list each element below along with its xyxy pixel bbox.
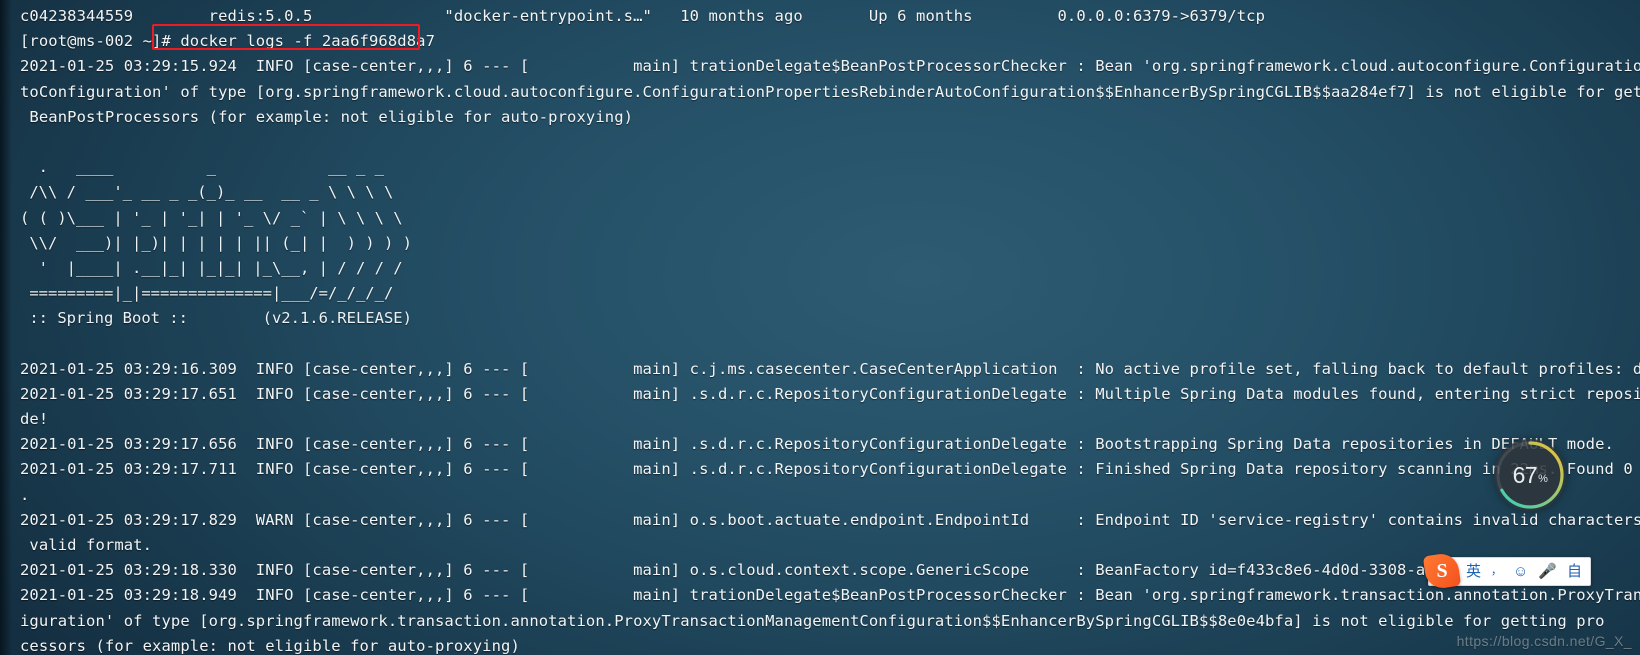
log-line-warn: 2021-01-25 03:29:17.829 WARN [case-cente…	[20, 510, 1640, 529]
spring-boot-banner-line: \\/ ___)| |_)| | | | | || (_| | ) ) ) )	[20, 233, 412, 252]
log-line: 2021-01-25 03:29:15.924 INFO [case-cente…	[20, 57, 1640, 76]
spring-boot-version-line: :: Spring Boot :: (v2.1.6.RELEASE)	[20, 309, 412, 328]
log-line: BeanPostProcessors (for example: not eli…	[20, 107, 634, 126]
spring-boot-banner-line: /\\ / ___'_ __ _ _(_)_ __ __ _ \ \ \ \	[20, 183, 394, 202]
spring-boot-banner-line: =========|_|==============|___/=/_/_/_/	[20, 284, 394, 303]
terminal-output[interactable]: c04238344559 redis:5.0.5 "docker-entrypo…	[0, 0, 1640, 655]
log-line: valid format.	[20, 536, 153, 555]
spring-boot-banner-line: ' |____| .__|_| |_|_| |_\__, | / / / /	[20, 258, 403, 277]
log-line: 2021-01-25 03:29:18.949 INFO [case-cente…	[20, 586, 1640, 605]
percent-indicator-widget[interactable]: 67%	[1494, 439, 1566, 511]
docker-logs-command[interactable]: docker logs -f 2aa6f968d8a7	[180, 32, 435, 50]
log-line: 2021-01-25 03:29:17.651 INFO [case-cente…	[20, 384, 1640, 403]
docker-ps-row: c04238344559 redis:5.0.5 "docker-entrypo…	[20, 7, 1640, 25]
percent-value: 67	[1512, 461, 1538, 488]
terminal-screenshot: c04238344559 redis:5.0.5 "docker-entrypo…	[0, 0, 1640, 655]
language-mode-button[interactable]: 英	[1461, 559, 1486, 584]
voice-input-icon[interactable]: 🎤	[1533, 559, 1562, 584]
log-line: toConfiguration' of type [org.springfram…	[20, 82, 1640, 101]
log-line: iguration' of type [org.springframework.…	[20, 611, 1605, 630]
shell-prompt-line[interactable]: [root@ms-002 ~]# docker logs -f 2aa6f968…	[0, 29, 1640, 54]
shell-prompt: [root@ms-002 ~]#	[20, 32, 181, 51]
log-line: .	[20, 485, 30, 504]
log-line: 2021-01-25 03:29:17.711 INFO [case-cente…	[20, 460, 1640, 479]
spring-boot-banner-line: ( ( )\___ | '_ | '_| | '_ \/ _` | \ \ \ …	[20, 208, 403, 227]
sogou-logo-icon[interactable]	[1422, 551, 1462, 591]
log-line: cessors (for example: not eligible for a…	[20, 636, 520, 655]
sogou-s-glyph	[1422, 551, 1462, 591]
log-line: 2021-01-25 03:29:17.656 INFO [case-cente…	[20, 435, 1614, 454]
punctuation-mode-button[interactable]: ，	[1486, 559, 1508, 584]
sogou-ime-toolbar[interactable]: 英 ， ☺ 🎤 自	[1422, 551, 1592, 591]
log-line: de!	[20, 410, 49, 429]
log-line: 2021-01-25 03:29:18.330 INFO [case-cente…	[20, 561, 1577, 580]
spring-boot-banner-line: . ____ _ __ _ _	[20, 158, 384, 177]
csdn-watermark: https://blog.csdn.net/G_X_	[1456, 633, 1632, 649]
log-line: 2021-01-25 03:29:16.309 INFO [case-cente…	[20, 359, 1640, 378]
percent-label: 67%	[1494, 439, 1566, 511]
toolbox-button[interactable]: 自	[1562, 559, 1587, 584]
percent-unit: %	[1538, 472, 1548, 485]
emoji-picker-icon[interactable]: ☺	[1508, 559, 1533, 584]
